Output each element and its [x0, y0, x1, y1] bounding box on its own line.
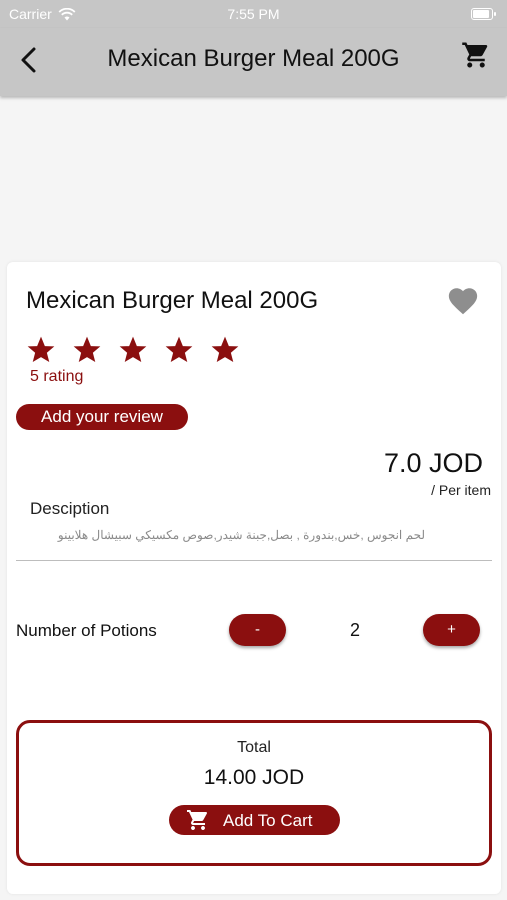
add-to-cart-button[interactable]: Add To Cart	[169, 805, 340, 835]
increase-quantity-button[interactable]: +	[423, 614, 480, 646]
star-rating[interactable]	[23, 334, 243, 366]
heart-icon[interactable]	[445, 284, 481, 318]
star-icon[interactable]	[69, 334, 105, 366]
status-time: 7:55 PM	[227, 6, 280, 22]
star-icon[interactable]	[207, 334, 243, 366]
star-icon[interactable]	[161, 334, 197, 366]
status-bar: Carrier 7:55 PM	[0, 0, 507, 28]
price-unit: / Per item	[431, 482, 491, 498]
total-label: Total	[237, 739, 271, 756]
top-navigation-bar: Mexican Burger Meal 200G	[0, 28, 507, 96]
page-title: Mexican Burger Meal 200G	[107, 45, 400, 72]
rating-text: 5 rating	[30, 368, 84, 385]
description-text: لحم انجوس ,خس,بندورة , بصل,جبنة شيدر,صوص…	[57, 528, 425, 542]
total-value: 14.00 JOD	[203, 766, 305, 789]
quantity-value: 2	[349, 620, 360, 640]
shopping-cart-icon	[187, 810, 208, 830]
product-price: 7.0 JOD	[383, 448, 483, 478]
product-card: Mexican Burger Meal 200G 5 rating Add yo…	[7, 262, 501, 894]
decrease-quantity-button[interactable]: -	[229, 614, 286, 646]
quantity-label: Number of Potions	[16, 621, 157, 640]
star-icon[interactable]	[23, 334, 59, 366]
chevron-left-icon[interactable]	[14, 44, 44, 76]
product-name: Mexican Burger Meal 200G	[26, 287, 319, 314]
add-to-cart-label: Add To Cart	[223, 811, 313, 830]
add-review-button[interactable]: Add your review	[16, 404, 188, 430]
battery-icon	[471, 8, 496, 20]
shopping-cart-icon[interactable]	[461, 40, 491, 70]
star-icon[interactable]	[115, 334, 151, 366]
description-label: Desciption	[30, 499, 110, 518]
total-box: Total 14.00 JOD Add To Cart	[16, 720, 492, 866]
divider	[16, 560, 492, 561]
